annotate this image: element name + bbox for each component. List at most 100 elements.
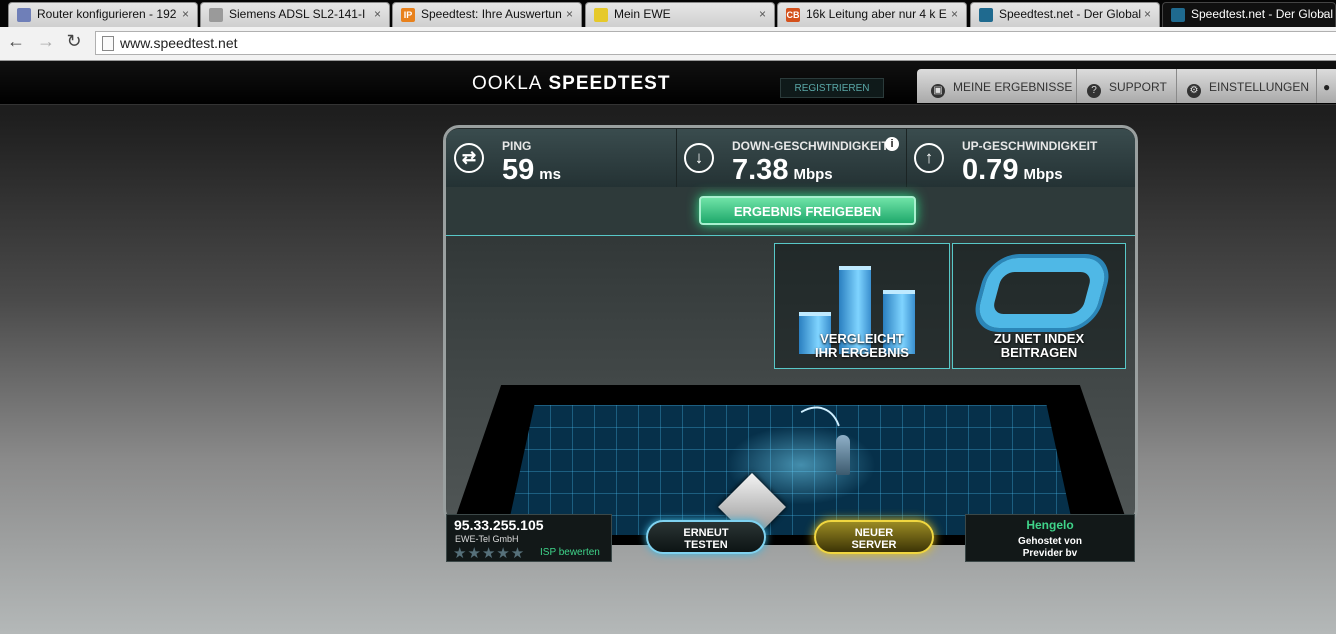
close-tab-icon[interactable]: ×: [1320, 7, 1327, 21]
new-server-line-1: NEUER: [854, 527, 894, 539]
share-bar: ERGEBNIS FREIGEBEN: [446, 187, 1135, 236]
back-arrow-icon[interactable]: ←: [4, 31, 28, 52]
ping-label: PING: [502, 139, 532, 153]
download-arrow-icon: ↓: [684, 143, 714, 173]
site-nav: ▣ MEINE ERGEBNISSE ? SUPPORT ⚙ EINSTELLUNGE…: [917, 69, 1336, 103]
tab-title: Siemens ADSL SL2-141-I: [229, 7, 366, 21]
ping-value: 59 ms: [502, 154, 561, 187]
tab-title: Speedtest: Ihre Auswertun: [421, 7, 562, 21]
test-again-button[interactable]: ERNEUT TESTEN: [646, 520, 766, 554]
new-server-line-2: SERVER: [851, 539, 897, 551]
net-index-panel[interactable]: ZU NET INDEX BEITRAGEN: [952, 243, 1126, 369]
ping-number: 59: [502, 154, 535, 186]
download-number: 7.38: [732, 154, 789, 186]
ping-unit: ms: [539, 166, 561, 183]
results-bar: ⇄ PING 59 ms ↓ DOWN-GESCHWINDIGKEIT i 7.3…: [446, 129, 1135, 187]
person-icon: ●: [1323, 80, 1331, 94]
browser-tab[interactable]: Mein EWE ×: [585, 2, 775, 27]
site-header: OOKLA SPEEDTEST REGISTRIEREN ▣ MEINE ERGEB…: [0, 61, 1336, 105]
tab-title: Router konfigurieren - 192: [37, 7, 177, 21]
nav-profile[interactable]: ●: [1317, 69, 1336, 103]
hosted-by-label: Gehostet von: [1018, 536, 1082, 547]
forward-arrow-icon[interactable]: →: [34, 31, 58, 52]
download-unit: Mbps: [793, 166, 833, 183]
logo-ookla: OOKLA: [472, 73, 543, 94]
register-button[interactable]: REGISTRIEREN: [780, 78, 884, 98]
browser-tab[interactable]: Siemens ADSL SL2-141-I ×: [200, 2, 390, 27]
cb-favicon-icon: CB: [786, 8, 800, 22]
test-again-line-2: TESTEN: [684, 539, 728, 551]
nav-my-results-label: MEINE ERGEBNISSE: [953, 80, 1073, 94]
speedtest-widget: ⇄ PING 59 ms ↓ DOWN-GESCHWINDIGKEIT i 7.3…: [428, 115, 1155, 563]
tab-title: Speedtest.net - Der Global: [1191, 7, 1334, 21]
location-pin-icon: [836, 435, 850, 475]
router-favicon-icon: [17, 8, 31, 22]
close-tab-icon[interactable]: ×: [374, 7, 381, 21]
ping-arrows-icon: ⇄: [454, 143, 484, 173]
net-index-text: ZU NET INDEX BEITRAGEN: [953, 332, 1125, 360]
bottom-bar: 95.33.255.105 EWE-Tel GmbH ★★★★★ ISP bew…: [446, 510, 1135, 562]
upload-arrow-icon: ↑: [914, 143, 944, 173]
nav-support-label: SUPPORT: [1109, 80, 1167, 94]
close-tab-icon[interactable]: ×: [951, 7, 958, 21]
upload-number: 0.79: [962, 154, 1019, 186]
download-label: DOWN-GESCHWINDIGKEIT: [732, 139, 889, 153]
reload-icon[interactable]: ↻: [62, 31, 86, 52]
tab-title: Mein EWE: [614, 7, 671, 21]
browser-toolbar: ← → ↻ www.speedtest.net: [0, 27, 1336, 61]
ip-address: 95.33.255.105: [454, 517, 544, 533]
gear-icon: ⚙: [1187, 84, 1201, 98]
download-value: 7.38 Mbps: [732, 154, 833, 187]
upload-label: UP-GESCHWINDIGKEIT: [962, 139, 1098, 153]
net-index-ring-icon: [973, 258, 1111, 328]
url-text: www.speedtest.net: [120, 35, 238, 51]
page-icon: [102, 36, 114, 51]
upload-value: 0.79 Mbps: [962, 154, 1063, 187]
document-favicon-icon: [209, 8, 223, 22]
compare-result-panel[interactable]: VERGLEICHT IHR ERGEBNIS: [774, 243, 950, 369]
ip-info: 95.33.255.105 EWE-Tel GmbH ★★★★★ ISP bew…: [446, 514, 612, 562]
ookla-logo[interactable]: OOKLA SPEEDTEST: [472, 73, 670, 95]
logo-speedtest: SPEEDTEST: [548, 73, 671, 94]
host-name: Previder bv: [1022, 548, 1078, 559]
close-tab-icon[interactable]: ×: [1144, 7, 1151, 21]
question-icon: ?: [1087, 84, 1101, 98]
rate-isp-link[interactable]: ISP bewerten: [540, 547, 600, 558]
server-info: Hengelo Gehostet von Previder bv: [965, 514, 1135, 562]
camera-icon: ▣: [931, 84, 945, 98]
net-index-line-1: ZU NET INDEX: [993, 331, 1085, 346]
compare-result-text: VERGLEICHT IHR ERGEBNIS: [775, 332, 949, 360]
compare-line-1: VERGLEICHT: [820, 331, 904, 346]
isp-rating-stars[interactable]: ★★★★★: [453, 544, 525, 562]
nav-support[interactable]: ? SUPPORT: [1077, 69, 1177, 103]
speedtest-favicon-icon: [979, 8, 993, 22]
close-tab-icon[interactable]: ×: [759, 7, 766, 21]
nav-my-results[interactable]: ▣ MEINE ERGEBNISSE: [917, 69, 1077, 103]
isp-name: EWE-Tel GmbH: [455, 534, 519, 544]
browser-tab[interactable]: Speedtest.net - Der Global ×: [970, 2, 1160, 27]
new-server-button[interactable]: NEUER SERVER: [814, 520, 934, 554]
net-index-line-2: BEITRAGEN: [1000, 345, 1078, 360]
browser-tab[interactable]: CB 16k Leitung aber nur 4 k E ×: [777, 2, 967, 27]
upload-stat: ↑ UP-GESCHWINDIGKEIT 0.79 Mbps: [906, 129, 1135, 187]
ip-favicon-icon: IP: [401, 8, 415, 22]
info-icon[interactable]: i: [885, 137, 899, 151]
close-tab-icon[interactable]: ×: [566, 7, 573, 21]
address-bar[interactable]: www.speedtest.net: [95, 31, 1336, 55]
download-stat: ↓ DOWN-GESCHWINDIGKEIT i 7.38 Mbps: [676, 129, 907, 187]
upload-unit: Mbps: [1023, 166, 1063, 183]
ping-stat: ⇄ PING 59 ms: [446, 129, 677, 187]
share-result-button[interactable]: ERGEBNIS FREIGEBEN: [699, 196, 916, 225]
browser-tab[interactable]: Speedtest.net - Der Global ×: [1162, 2, 1336, 27]
test-again-line-1: ERNEUT: [683, 527, 729, 539]
browser-tab[interactable]: Router konfigurieren - 192 ×: [8, 2, 198, 27]
tab-strip: Router konfigurieren - 192 × Siemens ADSL …: [0, 0, 1336, 27]
tab-title: 16k Leitung aber nur 4 k E: [806, 7, 947, 21]
speedtest-favicon-icon: [1171, 8, 1185, 22]
close-tab-icon[interactable]: ×: [182, 7, 189, 21]
nav-settings-label: EINSTELLUNGEN: [1209, 80, 1310, 94]
nav-settings[interactable]: ⚙ EINSTELLUNGEN: [1177, 69, 1317, 103]
compare-line-2: IHR ERGEBNIS: [815, 345, 909, 360]
ewe-favicon-icon: [594, 8, 608, 22]
browser-tab[interactable]: IP Speedtest: Ihre Auswertun ×: [392, 2, 582, 27]
